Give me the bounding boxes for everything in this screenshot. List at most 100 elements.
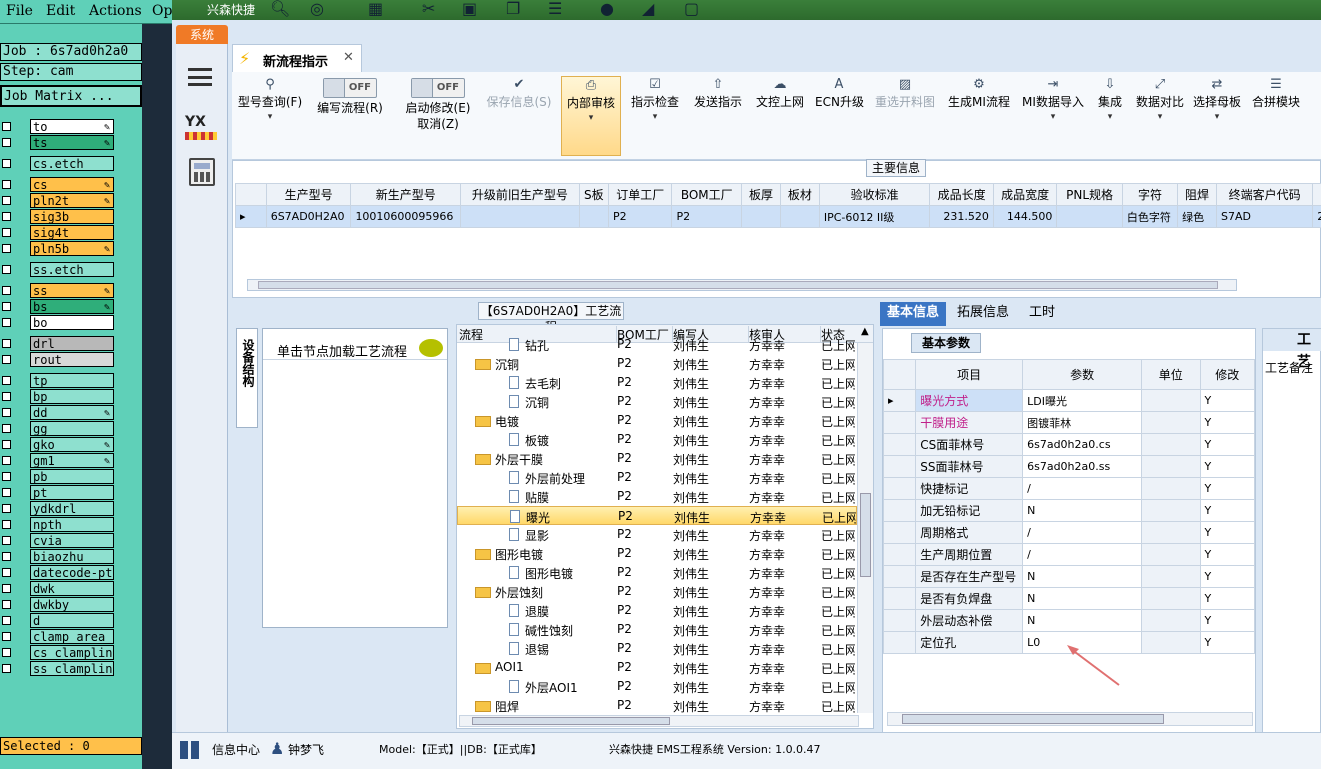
layer-checkbox[interactable] <box>2 122 11 131</box>
layer-row[interactable]: pln2t ✎ <box>0 193 115 209</box>
calculator-icon[interactable] <box>189 158 215 186</box>
layer-name[interactable]: biaozhu <box>30 549 114 564</box>
table-row[interactable]: 干膜用途 图镀菲林 Y <box>882 411 1256 434</box>
chevron-down-icon[interactable]: ▾ <box>1091 110 1129 124</box>
toolbar-button[interactable]: ⚲ 型号查询(F) ▾ <box>235 76 305 156</box>
list-icon[interactable]: ☰ <box>548 0 568 18</box>
column-header[interactable]: 单位 <box>1141 359 1201 390</box>
flow-row[interactable]: 外层蚀刻 P2 刘伟生 方幸幸 已上网 <box>457 582 857 601</box>
sort-up-icon[interactable]: ▲ <box>861 326 869 337</box>
toolbar-button[interactable]: ⇄ 选择母板 ▾ <box>1192 76 1242 156</box>
layer-checkbox[interactable] <box>2 616 11 625</box>
column-header[interactable]: 字符 <box>1121 183 1179 206</box>
toolbar-button[interactable]: ☑ 指示检查 ▾ <box>626 76 684 156</box>
layer-row[interactable]: pln5b ✎ <box>0 241 115 257</box>
flow-row[interactable]: 去毛刺 P2 刘伟生 方幸幸 已上网 <box>457 373 857 392</box>
column-header[interactable]: 板厚 <box>741 183 781 206</box>
info-center-link[interactable]: 信息中心 <box>212 741 260 758</box>
layer-name[interactable]: sig3b <box>30 209 114 224</box>
toolbar-button[interactable]: ⎙ 内部审核 ▾ <box>561 76 621 156</box>
column-header[interactable]: 终端客户代码 <box>1215 183 1314 206</box>
chevron-down-icon[interactable]: ▾ <box>562 111 620 125</box>
layer-row[interactable]: drl <box>0 336 115 352</box>
layer-name[interactable]: dd ✎ <box>30 405 114 420</box>
window-icon[interactable]: ▢ <box>684 0 704 18</box>
flow-row[interactable]: 外层AOI1 P2 刘伟生 方幸幸 已上网 <box>457 677 857 696</box>
layer-row[interactable]: sig4t <box>0 225 115 241</box>
param-value[interactable]: / <box>1022 477 1143 500</box>
layer-name[interactable]: bs ✎ <box>30 299 114 314</box>
yx-factory-icon[interactable]: YX <box>185 114 217 142</box>
layer-checkbox[interactable] <box>2 159 11 168</box>
flow-row[interactable]: 沉铜 P2 刘伟生 方幸幸 已上网 <box>457 392 857 411</box>
layer-name[interactable]: cvia <box>30 533 114 548</box>
layer-row[interactable]: clamp_area <box>0 629 115 645</box>
layer-row[interactable]: tp <box>0 373 115 389</box>
column-header[interactable]: 订单工厂 <box>607 183 673 206</box>
layer-row[interactable]: to ✎ <box>0 119 115 135</box>
chart-icon[interactable]: ◢ <box>642 0 662 18</box>
param-value[interactable]: LDI曝光 <box>1022 389 1143 412</box>
column-header[interactable]: 成品宽度 <box>992 183 1058 206</box>
column-header[interactable]: 新生产型号 <box>350 183 461 206</box>
equipment-structure-tab[interactable]: 设备结构 <box>236 328 258 428</box>
column-header[interactable]: 验收标准 <box>818 183 931 206</box>
toolbar-button[interactable]: OFF 编写流程(R) <box>310 76 390 156</box>
table-row[interactable]: CS面菲林号 6s7ad0h2a0.cs Y <box>882 433 1256 456</box>
layer-checkbox[interactable] <box>2 228 11 237</box>
layer-checkbox[interactable] <box>2 355 11 364</box>
toolbar-button[interactable]: ☰ 合拼模块 <box>1246 76 1306 156</box>
param-value[interactable]: N <box>1022 609 1143 632</box>
layer-row[interactable]: pt <box>0 485 115 501</box>
layer-row[interactable]: rout <box>0 352 115 368</box>
layer-name[interactable]: drl <box>30 336 114 351</box>
copy-icon[interactable]: ❐ <box>506 0 526 18</box>
column-header[interactable]: PNL规格 <box>1056 183 1123 206</box>
layer-row[interactable]: datecode-ptc <box>0 565 115 581</box>
menu-edit[interactable]: Edit <box>46 3 75 19</box>
job-matrix-button[interactable]: Job Matrix ... <box>0 85 142 107</box>
layer-checkbox[interactable] <box>2 265 11 274</box>
layer-row[interactable]: bp <box>0 389 115 405</box>
param-value[interactable]: 6s7ad0h2a0.ss <box>1022 455 1143 478</box>
layer-name[interactable]: cs_clampline <box>30 645 114 660</box>
layer-name[interactable]: ydkdrl <box>30 501 114 516</box>
flow-row[interactable]: 退膜 P2 刘伟生 方幸幸 已上网 <box>457 601 857 620</box>
flow-row[interactable]: 外层干膜 P2 刘伟生 方幸幸 已上网 <box>457 449 857 468</box>
column-header[interactable]: 升级前旧生产型号 <box>459 183 580 206</box>
menu-op[interactable]: Op <box>152 3 172 19</box>
chevron-down-icon[interactable]: ▾ <box>1135 110 1185 124</box>
detail-tab[interactable]: 拓展信息 <box>950 302 1016 326</box>
layer-row[interactable]: ydkdrl <box>0 501 115 517</box>
layer-name[interactable]: d <box>30 613 114 628</box>
param-value[interactable]: N <box>1022 565 1143 588</box>
layer-name[interactable]: gg <box>30 421 114 436</box>
layer-checkbox[interactable] <box>2 212 11 221</box>
layer-checkbox[interactable] <box>2 408 11 417</box>
layer-name[interactable]: gko ✎ <box>30 437 114 452</box>
flow-row[interactable]: 阻焊 P2 刘伟生 方幸幸 已上网 <box>457 696 857 715</box>
chevron-down-icon[interactable]: ▾ <box>1192 110 1242 124</box>
cut-icon[interactable]: ✂ <box>422 0 442 18</box>
toolbar-button[interactable]: ⇧ 发送指示 <box>689 76 747 156</box>
flow-row[interactable]: 显影 P2 刘伟生 方幸幸 已上网 <box>457 525 857 544</box>
column-header[interactable]: 阻焊 <box>1177 183 1217 206</box>
table-icon[interactable]: ▦ <box>368 0 388 18</box>
chevron-down-icon[interactable]: ▾ <box>626 110 684 124</box>
layer-row[interactable]: gm1 ✎ <box>0 453 115 469</box>
layer-row[interactable]: ss.etch <box>0 262 115 278</box>
layer-checkbox[interactable] <box>2 552 11 561</box>
layer-checkbox[interactable] <box>2 376 11 385</box>
layer-checkbox[interactable] <box>2 600 11 609</box>
table-row[interactable]: 是否存在生产型号 N Y <box>882 565 1256 588</box>
toolbar-button[interactable]: ✔ 保存信息(S) <box>482 76 556 156</box>
param-value[interactable]: 图镀菲林 <box>1022 411 1143 434</box>
layer-name[interactable]: datecode-ptc <box>30 565 114 580</box>
layer-checkbox[interactable] <box>2 536 11 545</box>
layer-row[interactable]: dwkby <box>0 597 115 613</box>
column-header[interactable]: 成品长度 <box>929 183 994 206</box>
flow-row[interactable]: 退锡 P2 刘伟生 方幸幸 已上网 <box>457 639 857 658</box>
menu-actions[interactable]: Actions <box>89 3 142 19</box>
param-value[interactable]: N <box>1022 499 1143 522</box>
layer-checkbox[interactable] <box>2 302 11 311</box>
